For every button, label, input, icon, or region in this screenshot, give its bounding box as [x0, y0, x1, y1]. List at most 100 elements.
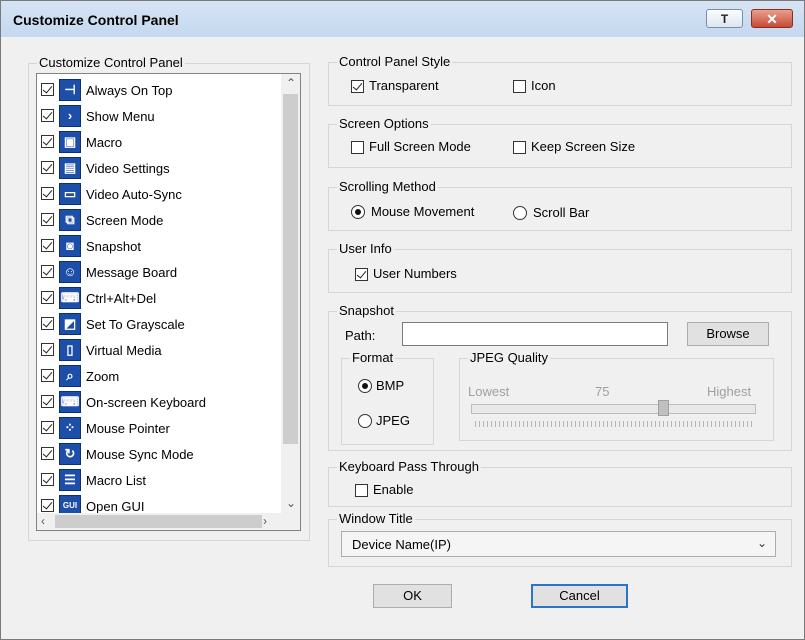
list-item-checkbox[interactable] [41, 187, 54, 200]
list-item[interactable]: ⊣ Always On Top [41, 78, 281, 102]
ok-button[interactable]: OK [373, 584, 452, 608]
list-item-label: Screen Mode [86, 213, 164, 228]
list-item-checkbox[interactable] [41, 109, 54, 122]
macro-icon: ▣ [59, 131, 81, 153]
video-settings-icon: ▤ [59, 157, 81, 179]
list-item-checkbox[interactable] [41, 291, 54, 304]
list-item-label: Snapshot [86, 239, 141, 254]
window-title-selected-value: Device Name(IP) [352, 537, 451, 552]
browse-button[interactable]: Browse [687, 322, 769, 346]
list-item-checkbox[interactable] [41, 447, 54, 460]
list-item[interactable]: ⁘ Mouse Pointer [41, 416, 281, 440]
listbox-horizontal-scrollbar[interactable]: ‹ › [37, 513, 300, 530]
monitor-icon: ▭ [59, 183, 81, 205]
enable-label: Enable [373, 482, 414, 497]
customize-control-panel-dialog: Customize Control Panel T ✕ Customize Co… [0, 0, 805, 640]
mouse-movement-radio[interactable] [351, 205, 365, 219]
list-item[interactable]: ☰ Macro List [41, 468, 281, 492]
list-item-checkbox[interactable] [41, 213, 54, 226]
list-item[interactable]: ⌨ On-screen Keyboard [41, 390, 281, 414]
keyboard-pass-through-label: Keyboard Pass Through [337, 459, 481, 475]
message-board-icon: ☺ [59, 261, 81, 283]
icon-checkbox[interactable] [513, 80, 526, 93]
list-item-label: Always On Top [86, 83, 173, 98]
list-item[interactable]: › Show Menu [41, 104, 281, 128]
customize-listbox[interactable]: ⊣ Always On Top › Show Menu ▣ Macro ▤ Video Set… [36, 73, 301, 531]
list-item-checkbox[interactable] [41, 499, 54, 512]
list-item-label: Mouse Sync Mode [86, 447, 194, 462]
list-item[interactable]: ◙ Snapshot [41, 234, 281, 258]
quality-value: 75 [595, 384, 610, 399]
grayscale-icon: ◩ [59, 313, 81, 335]
format-group: Format [341, 350, 434, 445]
list-item-checkbox[interactable] [41, 421, 54, 434]
list-item[interactable]: ▣ Macro [41, 130, 281, 154]
horizontal-scroll-thumb[interactable] [55, 515, 262, 528]
transparent-checkbox[interactable] [351, 80, 364, 93]
list-item[interactable]: ⧉ Screen Mode [41, 208, 281, 232]
full-screen-mode-label: Full Screen Mode [369, 139, 471, 154]
list-item-checkbox[interactable] [41, 239, 54, 252]
list-item-checkbox[interactable] [41, 369, 54, 382]
scroll-up-icon[interactable]: ⌃ [286, 76, 296, 90]
full-screen-mode-checkbox[interactable] [351, 141, 364, 154]
list-item[interactable]: ◩ Set To Grayscale [41, 312, 281, 336]
scroll-bar-label: Scroll Bar [533, 205, 590, 220]
chevron-down-icon: ⌄ [756, 536, 767, 550]
snapshot-path-input[interactable] [402, 322, 668, 346]
jpeg-quality-slider[interactable] [471, 404, 756, 414]
list-item[interactable]: ↻ Mouse Sync Mode [41, 442, 281, 466]
close-button[interactable]: ✕ [751, 9, 793, 28]
vertical-scroll-thumb[interactable] [283, 94, 298, 444]
list-item[interactable]: ▤ Video Settings [41, 156, 281, 180]
list-item-label: Zoom [86, 369, 120, 384]
window-title-group-label: Window Title [337, 511, 415, 527]
scroll-left-icon[interactable]: ‹ [41, 514, 45, 528]
lowest-label: Lowest [468, 384, 510, 399]
list-item[interactable]: ☺ Message Board [41, 260, 281, 284]
list-item-label: Show Menu [86, 109, 155, 124]
list-item[interactable]: ⌕ Zoom [41, 364, 281, 388]
list-item[interactable]: ⌨ Ctrl+Alt+Del [41, 286, 281, 310]
jpeg-quality-slider-thumb[interactable] [658, 400, 670, 416]
usb-icon: ▯ [59, 339, 81, 361]
list-item-label: Message Board [86, 265, 178, 280]
scroll-right-icon[interactable]: › [263, 514, 267, 528]
list-item-checkbox[interactable] [41, 343, 54, 356]
title-bar[interactable]: Customize Control Panel T ✕ [1, 1, 804, 37]
ctrl-alt-del-icon: ⌨ [59, 287, 81, 309]
list-item[interactable]: ▯ Virtual Media [41, 338, 281, 362]
scroll-bar-radio[interactable] [513, 206, 527, 220]
user-numbers-label: User Numbers [373, 266, 457, 281]
scroll-down-icon[interactable]: ⌄ [286, 496, 296, 510]
bmp-label: BMP [376, 378, 405, 393]
listbox-vertical-scrollbar[interactable]: ⌃ ⌄ [281, 74, 300, 514]
user-numbers-checkbox[interactable] [355, 268, 368, 281]
icon-label: Icon [531, 78, 556, 93]
list-item-label: Mouse Pointer [86, 421, 170, 436]
slider-ticks [475, 421, 753, 427]
list-item-checkbox[interactable] [41, 473, 54, 486]
customize-list-group-label: Customize Control Panel [37, 55, 185, 71]
scrolling-method-label: Scrolling Method [337, 179, 438, 195]
enable-checkbox[interactable] [355, 484, 368, 497]
list-item-checkbox[interactable] [41, 317, 54, 330]
keep-screen-size-checkbox[interactable] [513, 141, 526, 154]
jpeg-quality-label: JPEG Quality [468, 350, 551, 366]
pin-button[interactable]: T [706, 9, 743, 28]
list-item-label: Macro List [86, 473, 146, 488]
highest-label: Highest [707, 384, 752, 399]
list-item-checkbox[interactable] [41, 161, 54, 174]
list-item-checkbox[interactable] [41, 265, 54, 278]
list-item-checkbox[interactable] [41, 395, 54, 408]
jpeg-radio[interactable] [358, 414, 372, 428]
mouse-sync-icon: ↻ [59, 443, 81, 465]
list-item-checkbox[interactable] [41, 83, 54, 96]
list-item-label: Video Settings [86, 161, 170, 176]
list-item-label: On-screen Keyboard [86, 395, 206, 410]
list-item[interactable]: ▭ Video Auto-Sync [41, 182, 281, 206]
bmp-radio[interactable] [358, 379, 372, 393]
window-title-select[interactable]: Device Name(IP) ⌄ [341, 531, 776, 557]
cancel-button[interactable]: Cancel [531, 584, 628, 608]
list-item-checkbox[interactable] [41, 135, 54, 148]
